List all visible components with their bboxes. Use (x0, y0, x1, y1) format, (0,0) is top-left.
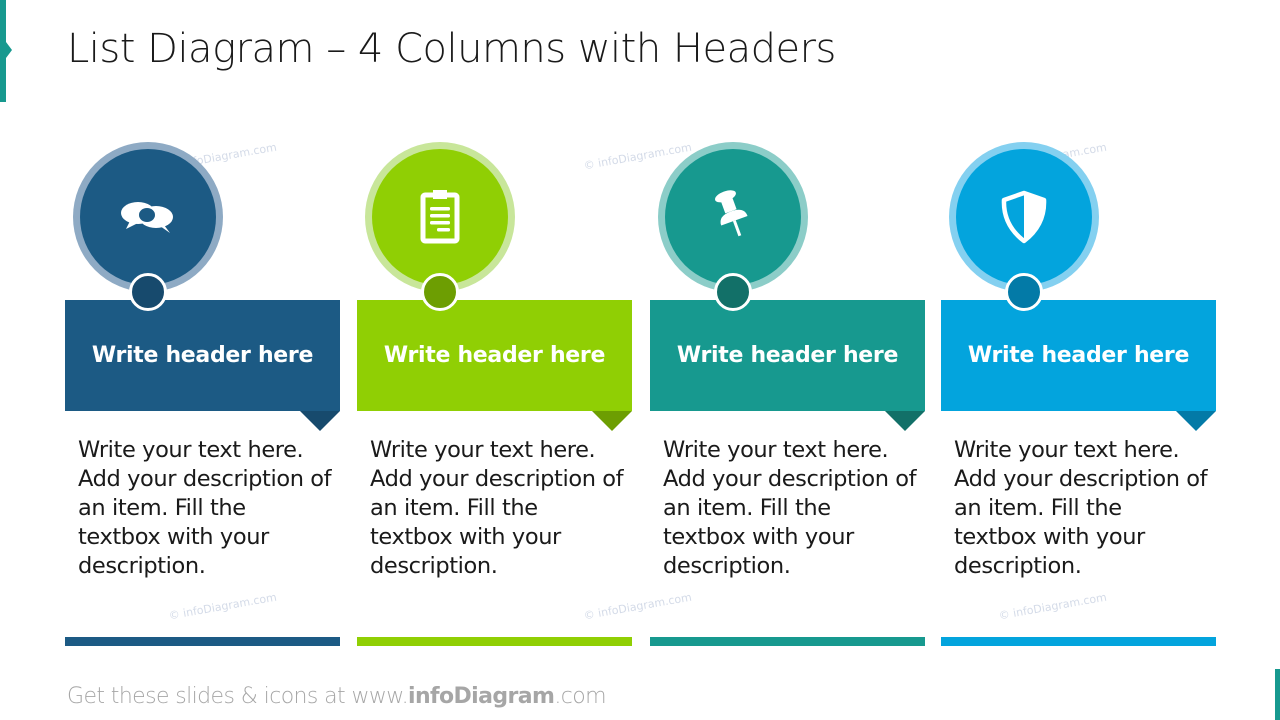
header-text[interactable]: Write header here (677, 343, 899, 368)
connector-dot (1005, 273, 1043, 311)
clipboard-icon (420, 190, 460, 244)
icon-circle (665, 149, 801, 285)
bottom-bar (65, 637, 340, 646)
description-text[interactable]: Write your text here. Add your descripti… (663, 436, 918, 581)
footer-credit[interactable]: Get these slides & icons at www.infoDiag… (67, 684, 607, 709)
connector-dot (129, 273, 167, 311)
list-column: Write header here Write your text here. … (357, 0, 632, 650)
icon-circle-ring (365, 142, 515, 292)
header-text[interactable]: Write header here (384, 343, 606, 368)
shield-icon (1001, 190, 1047, 244)
icon-circle-ring (658, 142, 808, 292)
icon-circle-ring (949, 142, 1099, 292)
icon-circle (956, 149, 1092, 285)
icon-circle (80, 149, 216, 285)
right-accent-bar (1275, 669, 1280, 720)
connector-dot (714, 273, 752, 311)
pushpin-icon (714, 190, 748, 237)
bottom-bar (357, 637, 632, 646)
list-column: Write header here Write your text here. … (941, 0, 1216, 650)
header-box[interactable]: Write header here (65, 300, 340, 411)
header-fold (300, 411, 340, 431)
list-column: Write header here Write your text here. … (650, 0, 925, 650)
footer-brand: infoDiagram (408, 684, 555, 709)
header-fold (592, 411, 632, 431)
header-text[interactable]: Write header here (92, 343, 314, 368)
header-box[interactable]: Write header here (941, 300, 1216, 411)
bottom-bar (941, 637, 1216, 646)
icon-circle-ring (73, 142, 223, 292)
connector-dot (421, 273, 459, 311)
list-column: Write header here Write your text here. … (65, 0, 340, 650)
speech-bubbles-icon (121, 202, 173, 233)
left-accent-notch (6, 42, 12, 58)
footer-suffix: .com (554, 684, 606, 709)
header-fold (885, 411, 925, 431)
header-box[interactable]: Write header here (650, 300, 925, 411)
header-box[interactable]: Write header here (357, 300, 632, 411)
header-fold (1176, 411, 1216, 431)
header-text[interactable]: Write header here (968, 343, 1190, 368)
footer-prefix: Get these slides & icons at www. (67, 684, 409, 709)
bottom-bar (650, 637, 925, 646)
description-text[interactable]: Write your text here. Add your descripti… (370, 436, 625, 581)
icon-circle (372, 149, 508, 285)
description-text[interactable]: Write your text here. Add your descripti… (78, 436, 333, 581)
description-text[interactable]: Write your text here. Add your descripti… (954, 436, 1209, 581)
